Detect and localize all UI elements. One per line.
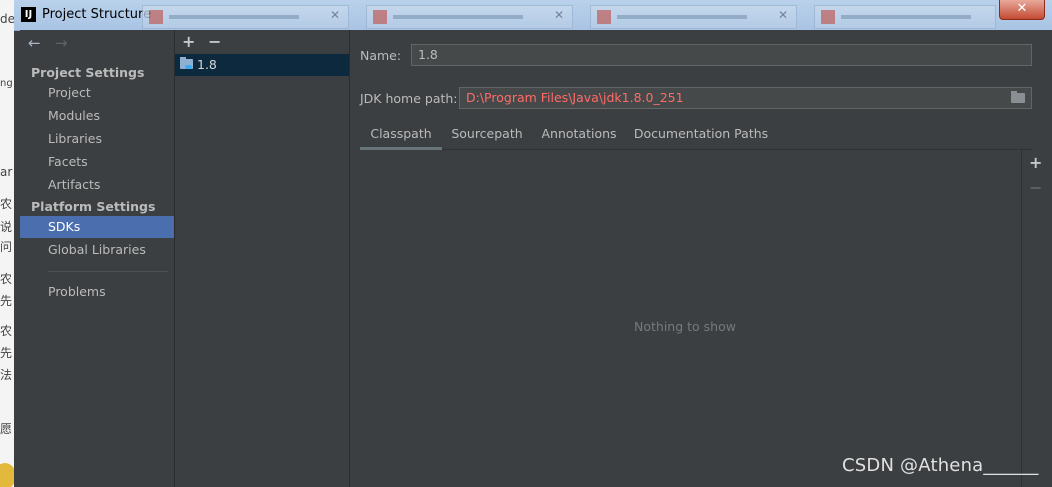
sidebar-item-project[interactable]: Project bbox=[20, 82, 174, 104]
page-icon bbox=[597, 10, 611, 24]
name-label: Name: bbox=[360, 48, 402, 63]
window-close-button[interactable]: ✕ bbox=[999, 0, 1045, 20]
close-icon: ✕ bbox=[329, 8, 340, 22]
jdk-home-path-value: D:\Program Files\Java\jdk1.8.0_251 bbox=[466, 90, 684, 105]
window-title: Project Structure bbox=[42, 7, 152, 22]
empty-list-message: Nothing to show bbox=[634, 319, 736, 334]
folder-icon bbox=[180, 57, 193, 69]
bg-char: 先 bbox=[0, 294, 13, 308]
settings-sidebar: ← → Project Settings Project Modules Lib… bbox=[20, 30, 175, 487]
classpath-list[interactable]: Nothing to show bbox=[360, 150, 1020, 487]
background-window-tab: ✕ bbox=[366, 5, 573, 29]
bg-char: 农 bbox=[0, 197, 13, 211]
csdn-watermark: CSDN @Athena______ bbox=[842, 455, 1039, 476]
jdk-home-path-input[interactable]: D:\Program Files\Java\jdk1.8.0_251 bbox=[459, 87, 1032, 109]
bg-char: ng bbox=[0, 78, 13, 89]
bg-char: ar bbox=[0, 165, 13, 179]
sidebar-item-problems[interactable]: Problems bbox=[20, 281, 174, 303]
sdk-list-item[interactable]: 1.8 bbox=[175, 54, 349, 76]
bg-char: 法 bbox=[0, 368, 13, 382]
sdk-item-label: 1.8 bbox=[197, 57, 217, 72]
browse-folder-icon[interactable] bbox=[1011, 91, 1025, 103]
platform-settings-header: Platform Settings bbox=[31, 199, 156, 214]
remove-sdk-button[interactable]: − bbox=[208, 32, 221, 51]
page-icon bbox=[373, 10, 387, 24]
intellij-app-icon: IJ bbox=[21, 7, 36, 22]
bg-char: 农 bbox=[0, 324, 13, 338]
classpath-toolbar: + − bbox=[1021, 150, 1052, 487]
sidebar-item-facets[interactable]: Facets bbox=[20, 151, 174, 173]
project-settings-header: Project Settings bbox=[31, 65, 145, 80]
sidebar-item-global-libraries[interactable]: Global Libraries bbox=[20, 239, 174, 261]
name-input[interactable]: 1.8 bbox=[411, 44, 1032, 66]
sdk-details-panel: Name: 1.8 JDK home path: D:\Program File… bbox=[350, 30, 1052, 487]
page-icon bbox=[149, 10, 163, 24]
background-window-tab bbox=[814, 5, 996, 29]
remove-path-button[interactable]: − bbox=[1029, 178, 1042, 197]
bg-char: 农 bbox=[0, 272, 13, 286]
project-structure-dialog: IJ Project Structure ✕ ✕ ✕ ✕ ← → Project… bbox=[14, 0, 1052, 487]
tab-documentation-paths[interactable]: Documentation Paths bbox=[630, 125, 772, 147]
bg-char: 说 bbox=[0, 220, 13, 234]
tab-annotations[interactable]: Annotations bbox=[536, 125, 622, 147]
sidebar-item-artifacts[interactable]: Artifacts bbox=[20, 174, 174, 196]
bg-char: 先 bbox=[0, 346, 13, 360]
page-icon bbox=[821, 10, 835, 24]
sdk-list-panel: + − 1.8 bbox=[175, 30, 350, 487]
back-arrow-icon[interactable]: ← bbox=[28, 34, 41, 52]
sidebar-item-libraries[interactable]: Libraries bbox=[20, 128, 174, 150]
add-sdk-button[interactable]: + bbox=[182, 32, 195, 51]
forward-arrow-icon[interactable]: → bbox=[55, 34, 68, 52]
title-bar[interactable]: IJ Project Structure ✕ ✕ ✕ ✕ bbox=[14, 0, 1052, 31]
sidebar-divider bbox=[48, 271, 168, 272]
tab-classpath[interactable]: Classpath bbox=[360, 125, 442, 150]
bg-char: 愿 bbox=[0, 422, 13, 436]
jdk-home-path-label: JDK home path: bbox=[360, 91, 458, 106]
close-icon: ✕ bbox=[553, 8, 564, 22]
close-icon: ✕ bbox=[777, 8, 788, 22]
background-window-tab: ✕ bbox=[590, 5, 797, 29]
bg-char: de bbox=[0, 12, 15, 26]
sdk-tabs: Classpath Sourcepath Annotations Documen… bbox=[360, 125, 1032, 150]
tab-sourcepath[interactable]: Sourcepath bbox=[446, 125, 528, 147]
sidebar-item-sdks[interactable]: SDKs bbox=[20, 216, 174, 238]
bg-char: 问 bbox=[0, 240, 13, 254]
background-window-tab: ✕ bbox=[142, 5, 349, 29]
sidebar-item-modules[interactable]: Modules bbox=[20, 105, 174, 127]
add-path-button[interactable]: + bbox=[1029, 153, 1042, 172]
